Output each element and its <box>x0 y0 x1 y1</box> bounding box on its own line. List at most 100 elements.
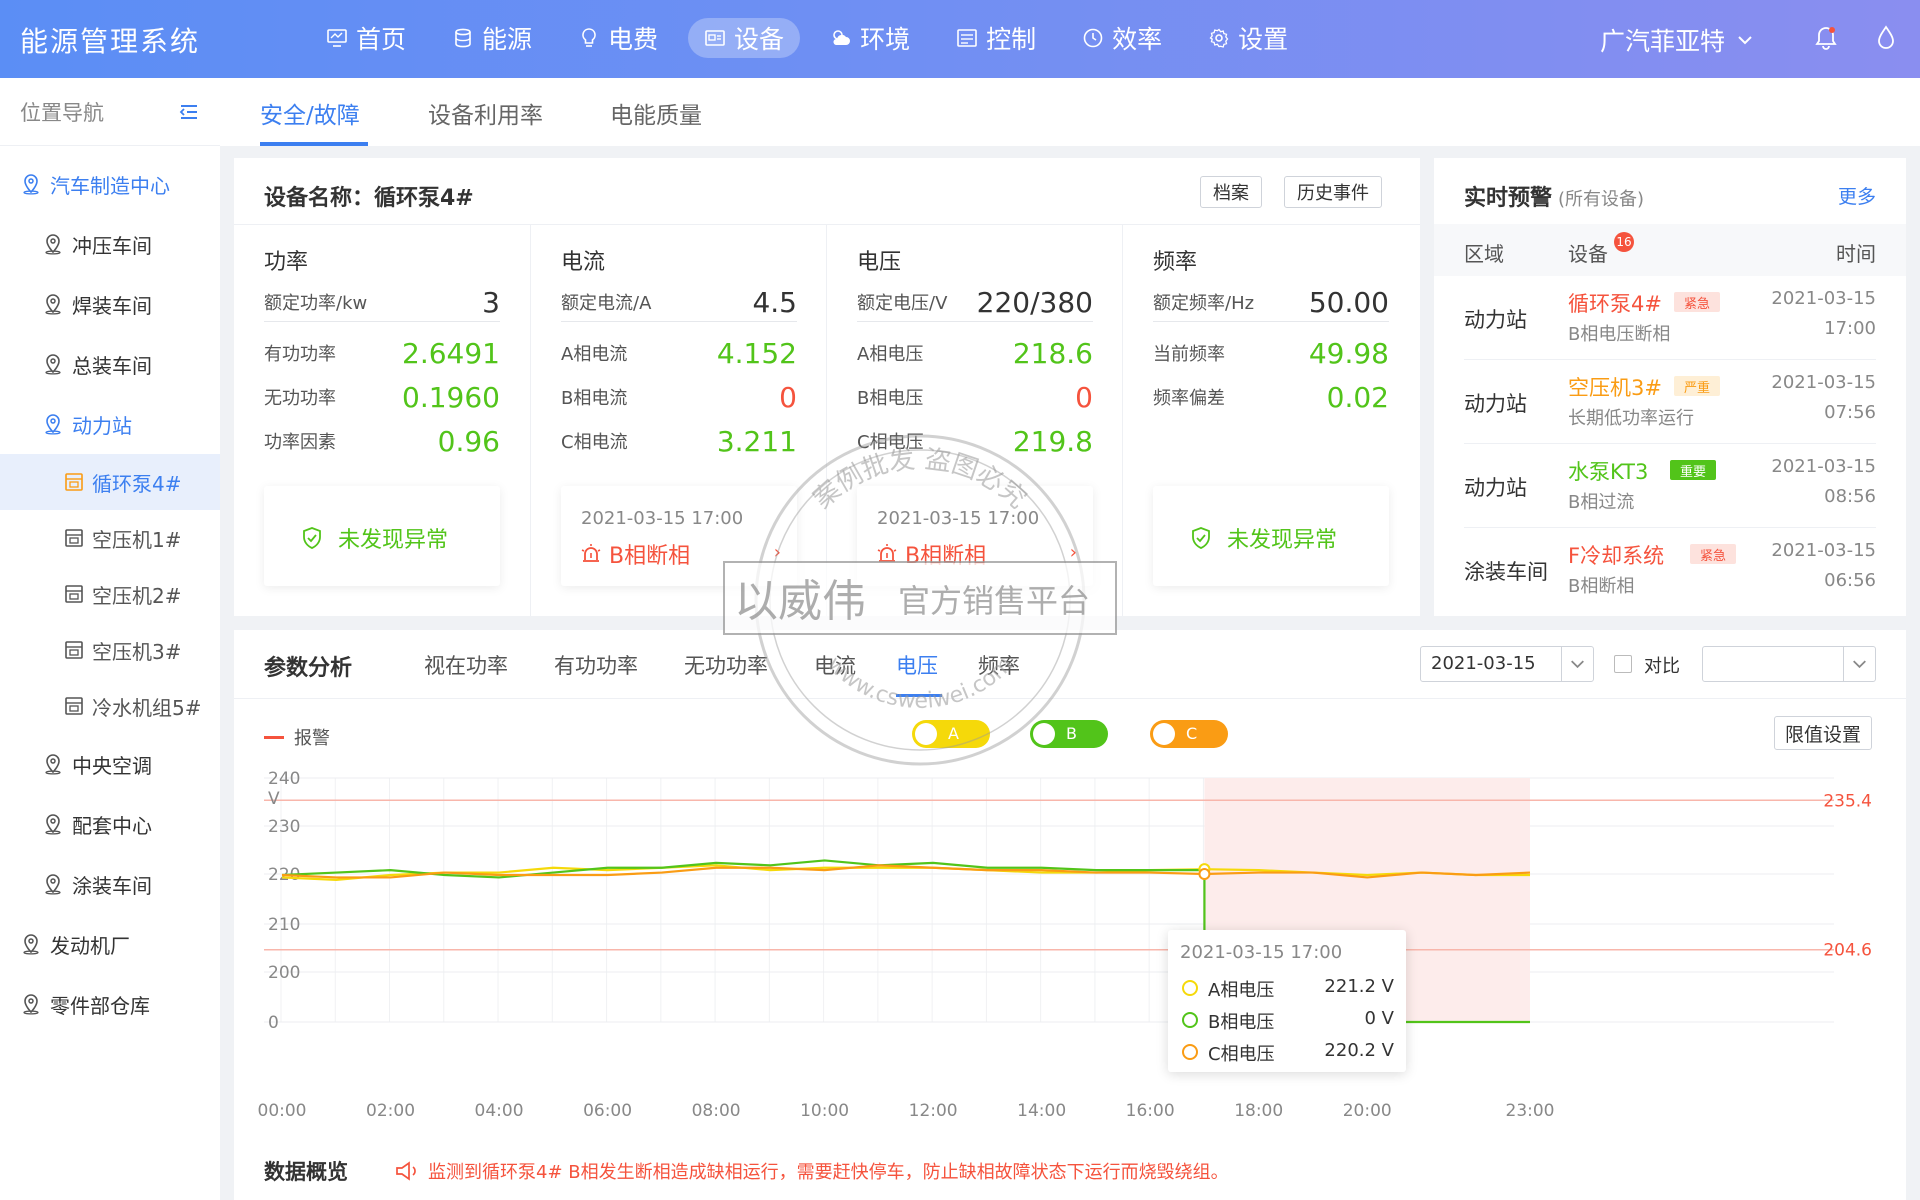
bell-icon[interactable] <box>1812 24 1840 52</box>
location-pin-icon <box>23 174 39 195</box>
sidebar-item-compressor-1[interactable]: 空压机1# <box>0 510 220 566</box>
tab-utilization[interactable]: 设备利用率 <box>428 96 543 130</box>
nav-settings[interactable]: 设置 <box>1192 18 1304 58</box>
metric-label: B相电压 <box>857 388 924 409</box>
status-card[interactable]: 未发现异常 <box>1153 486 1389 586</box>
warning-time: 06:56 <box>1824 570 1876 591</box>
status-card[interactable]: 未发现异常 <box>264 486 500 586</box>
sidebar-item-chiller-5[interactable]: 冷水机组5# <box>0 678 220 734</box>
metric-title: 电流 <box>561 250 606 275</box>
speaker-icon <box>396 1161 416 1181</box>
warning-row[interactable]: 涂装车间 F冷却系统 紧急 B相断相 2021-03-15 06:56 <box>1464 528 1876 612</box>
tab-voltage[interactable]: 电压 <box>896 650 938 680</box>
x-tick-label: 04:00 <box>475 1101 524 1120</box>
history-events-button[interactable]: 历史事件 <box>1284 176 1382 208</box>
device-panel: 设备名称：循环泵4# 档案 历史事件 功率 额定功率/kw 3 有功功率 2.6… <box>234 158 1420 616</box>
metric-row: 当前频率 49.98 <box>1153 332 1389 372</box>
sidebar-header: 位置导航 <box>0 78 220 146</box>
sidebar-item-manufacturing-center[interactable]: 汽车制造中心 <box>0 154 220 214</box>
sidebar-item-pump-4[interactable]: 循环泵4# <box>0 454 220 510</box>
location-pin-icon <box>23 934 39 955</box>
tab-power-quality[interactable]: 电能质量 <box>610 96 702 130</box>
monitor-icon <box>327 29 347 47</box>
compare-checkbox[interactable] <box>1614 655 1632 673</box>
y-tick-label: 200 <box>268 963 300 983</box>
tab-current[interactable]: 电流 <box>814 650 856 680</box>
metric-label: 有功功率 <box>264 344 336 365</box>
x-tick-label: 14:00 <box>1017 1101 1066 1120</box>
nav-energy[interactable]: 能源 <box>436 18 548 58</box>
tab-apparent-power[interactable]: 视在功率 <box>424 650 508 680</box>
sidebar-item-painting[interactable]: 涂装车间 <box>0 854 220 914</box>
x-tick-label: 18:00 <box>1234 1101 1283 1120</box>
alarm-legend-line <box>264 735 284 739</box>
sidebar-item-stamping[interactable]: 冲压车间 <box>0 214 220 274</box>
x-tick-label: 10:00 <box>800 1101 849 1120</box>
sidebar-item-label: 冲压车间 <box>72 233 152 258</box>
metric-row: 功率因素 0.96 <box>264 420 500 460</box>
location-pin-icon <box>45 754 61 775</box>
date-picker[interactable]: 2021-03-15 <box>1420 646 1594 682</box>
warning-row[interactable]: 动力站 水泵KT3 重要 B相过流 2021-03-15 08:56 <box>1464 444 1876 528</box>
alarm-siren-icon <box>581 544 601 562</box>
realtime-warnings-panel: 实时预警 (所有设备) 更多 区域 设备 16 时间 动力站 循环泵4# 紧急 B… <box>1434 158 1906 616</box>
sidebar-item-assembly[interactable]: 总装车间 <box>0 334 220 394</box>
compare-select[interactable] <box>1702 646 1876 682</box>
sidebar-item-central-ac[interactable]: 中央空调 <box>0 734 220 794</box>
x-tick-label: 12:00 <box>909 1101 958 1120</box>
nav-home-label: 首页 <box>356 25 407 54</box>
metric-value: 0 <box>779 381 797 414</box>
series-b-toggle[interactable]: B <box>1030 720 1108 748</box>
collapse-menu-icon[interactable] <box>178 101 200 123</box>
nav-electricity-fee[interactable]: 电费 <box>562 18 674 58</box>
sidebar-item-compressor-3[interactable]: 空压机3# <box>0 622 220 678</box>
nav-equipment[interactable]: 设备 <box>688 18 801 58</box>
sidebar-item-power-station[interactable]: 动力站 <box>0 394 220 454</box>
tooltip-series-name: B相电压 <box>1208 1012 1275 1033</box>
tab-frequency[interactable]: 频率 <box>978 650 1020 680</box>
tab-safety-fault[interactable]: 安全/故障 <box>260 96 360 130</box>
tooltip-series-value: 221.2 V <box>1324 976 1394 997</box>
metric-value: 219.8 <box>1012 425 1093 458</box>
alarm-card[interactable]: 2021-03-15 17:00 B相断相 › <box>857 486 1093 586</box>
metric-label: A相电流 <box>561 344 628 365</box>
toggle-knob <box>1153 723 1175 745</box>
sidebar-item-compressor-2[interactable]: 空压机2# <box>0 566 220 622</box>
voltage-line-chart: 235.4204.62402302202102000V00:00 02:00 04:… <box>258 769 1873 1120</box>
nav-efficiency[interactable]: 效率 <box>1066 18 1178 58</box>
rated-label: 额定功率/kw <box>264 293 368 314</box>
metric-label: C相电压 <box>857 432 924 453</box>
col-device: 设备 <box>1568 242 1608 266</box>
warning-row[interactable]: 动力站 空压机3# 严重 长期低功率运行 2021-03-15 07:56 <box>1464 360 1876 444</box>
warning-row[interactable]: 动力站 循环泵4# 紧急 B相电压断相 2021-03-15 17:00 <box>1464 276 1876 360</box>
water-drop-icon[interactable] <box>1872 24 1900 52</box>
metric-label: 频率偏差 <box>1153 388 1225 409</box>
archive-button[interactable]: 档案 <box>1200 176 1262 208</box>
nav-control[interactable]: 控制 <box>940 18 1052 58</box>
main-nav: 首页 能源 电费 设备 环境 控制 效率 设置 <box>310 18 1304 60</box>
analysis-title: 参数分析 <box>264 656 353 681</box>
tab-active-power[interactable]: 有功功率 <box>554 650 638 680</box>
severity-tag: 紧急 <box>1674 292 1721 312</box>
series-a-toggle[interactable]: A <box>912 720 990 748</box>
sidebar-item-engine-plant[interactable]: 发动机厂 <box>0 914 220 974</box>
alarm-card[interactable]: 2021-03-15 17:00 B相断相 › <box>561 486 797 586</box>
sidebar-item-welding[interactable]: 焊装车间 <box>0 274 220 334</box>
alarm-time: 2021-03-15 17:00 <box>581 508 744 529</box>
more-link[interactable]: 更多 <box>1838 182 1876 209</box>
sidebar-item-supporting-center[interactable]: 配套中心 <box>0 794 220 854</box>
tab-reactive-power[interactable]: 无功功率 <box>684 650 768 680</box>
sidebar-item-parts-warehouse[interactable]: 零件部仓库 <box>0 974 220 1034</box>
limit-settings-button[interactable]: 限值设置 <box>1774 716 1873 750</box>
toggle-knob <box>1033 723 1055 745</box>
series-c-toggle[interactable]: C <box>1150 720 1228 748</box>
nav-environment[interactable]: 环境 <box>814 18 926 58</box>
nav-control-label: 控制 <box>986 25 1037 54</box>
metric-label: 功率因素 <box>264 432 336 453</box>
tab-underline <box>260 142 368 146</box>
warning-time: 17:00 <box>1824 318 1876 339</box>
company-selector[interactable]: 广汽菲亚特 <box>1600 22 1755 58</box>
warning-desc: B相断相 <box>1568 576 1635 597</box>
warnings-subtitle: (所有设备) <box>1558 189 1645 210</box>
nav-home[interactable]: 首页 <box>310 18 422 58</box>
